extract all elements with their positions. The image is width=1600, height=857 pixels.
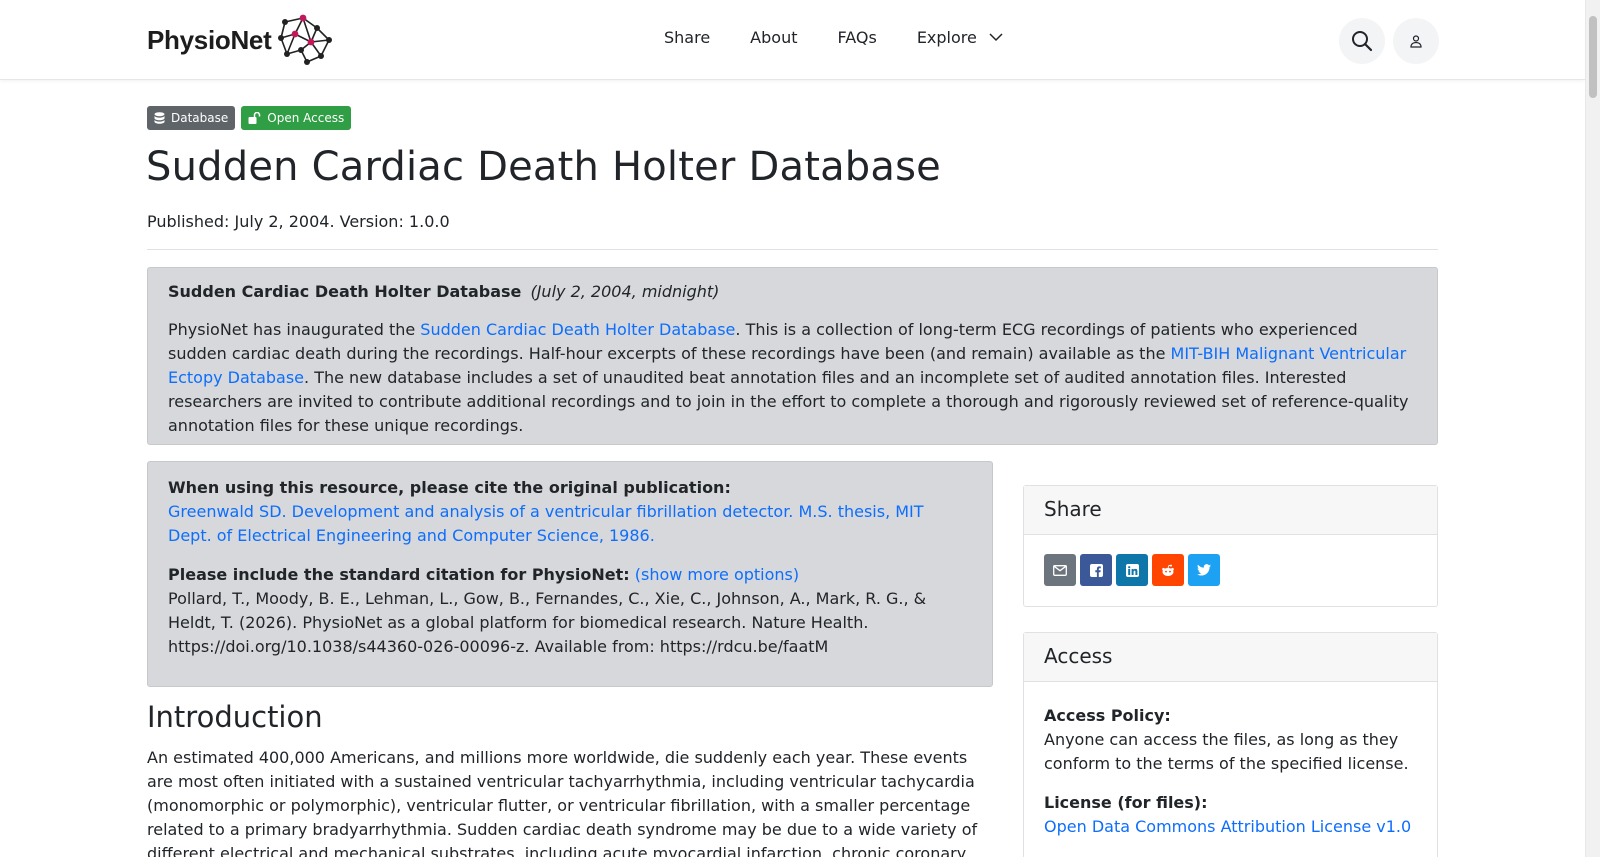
original-citation-label: When using this resource, please cite th…	[168, 478, 731, 497]
license-link[interactable]: Open Data Commons Attribution License v1…	[1044, 817, 1411, 836]
search-button[interactable]	[1339, 18, 1385, 64]
database-badge: Database	[147, 106, 236, 130]
news-announcement-box: Sudden Cardiac Death Holter Database (Ju…	[147, 267, 1438, 445]
access-card-body: Access Policy: Anyone can access the fil…	[1024, 682, 1437, 857]
standard-citation-text: Pollard, T., Moody, B. E., Lehman, L., G…	[168, 589, 927, 656]
news-date: (July 2, 2004, midnight)	[530, 282, 720, 301]
divider	[147, 249, 1438, 250]
share-email-button[interactable]	[1044, 554, 1076, 586]
news-text-3: . The new database includes a set of una…	[168, 368, 1409, 435]
page-title: Sudden Cardiac Death Holter Database	[146, 144, 941, 190]
physionet-logo[interactable]: PhysioNet	[147, 14, 333, 66]
account-button[interactable]	[1393, 18, 1439, 64]
share-card-title: Share	[1024, 486, 1437, 535]
license-label: License (for files):	[1044, 793, 1208, 812]
share-facebook-button[interactable]	[1080, 554, 1112, 586]
share-twitter-button[interactable]	[1188, 554, 1220, 586]
access-policy-text: Anyone can access the files, as long as …	[1044, 730, 1409, 773]
database-badge-label: Database	[171, 111, 229, 125]
citation-box: When using this resource, please cite th…	[147, 461, 993, 687]
search-icon	[1352, 31, 1373, 52]
logo-text: PhysioNet	[147, 24, 272, 55]
twitter-icon	[1197, 564, 1211, 576]
share-card: Share	[1023, 485, 1438, 607]
database-icon	[154, 112, 165, 124]
chevron-down-icon	[989, 33, 1003, 42]
sddb-link[interactable]: Sudden Cardiac Death Holter Database	[420, 320, 735, 339]
news-title: Sudden Cardiac Death Holter Database	[168, 282, 522, 301]
published-info: Published: July 2, 2004. Version: 1.0.0	[147, 212, 450, 231]
nav-explore-label: Explore	[916, 28, 977, 47]
page-scrollbar[interactable]	[1585, 0, 1600, 857]
unlock-icon	[248, 112, 261, 124]
nav-share[interactable]: Share	[664, 28, 710, 47]
access-policy-label: Access Policy:	[1044, 706, 1171, 725]
news-header: Sudden Cardiac Death Holter Database (Ju…	[168, 282, 1417, 301]
introduction-text: An estimated 400,000 Americans, and mill…	[147, 748, 978, 857]
access-card-title: Access	[1024, 633, 1437, 682]
user-icon	[1410, 35, 1422, 48]
main-nav: Share About FAQs Explore	[664, 28, 1003, 47]
email-icon	[1053, 564, 1067, 576]
introduction-heading: Introduction	[147, 700, 323, 734]
news-text-1: PhysioNet has inaugurated the	[168, 320, 421, 339]
scrollbar-thumb[interactable]	[1589, 16, 1597, 98]
linkedin-icon	[1125, 563, 1139, 577]
nav-explore[interactable]: Explore	[917, 28, 1003, 47]
nav-about[interactable]: About	[750, 28, 797, 47]
open-access-badge: Open Access	[241, 106, 352, 130]
facebook-icon	[1089, 563, 1103, 577]
access-card: Access Access Policy: Anyone can access …	[1023, 632, 1438, 857]
share-linkedin-button[interactable]	[1116, 554, 1148, 586]
nav-faqs[interactable]: FAQs	[837, 28, 876, 47]
top-navbar: PhysioNet Share About FAQs Explore	[0, 0, 1585, 80]
network-logo-icon	[278, 14, 333, 65]
open-access-badge-label: Open Access	[267, 111, 345, 125]
news-body: PhysioNet has inaugurated the Sudden Car…	[168, 318, 1417, 438]
share-reddit-button[interactable]	[1152, 554, 1184, 586]
original-citation-link[interactable]: Greenwald SD. Development and analysis o…	[168, 502, 924, 545]
show-more-options-link[interactable]: (show more options)	[635, 565, 799, 584]
reddit-icon	[1162, 564, 1174, 576]
standard-citation-label: Please include the standard citation for…	[168, 565, 630, 584]
share-buttons	[1024, 535, 1437, 605]
project-badges: Database Open Access	[147, 106, 352, 130]
